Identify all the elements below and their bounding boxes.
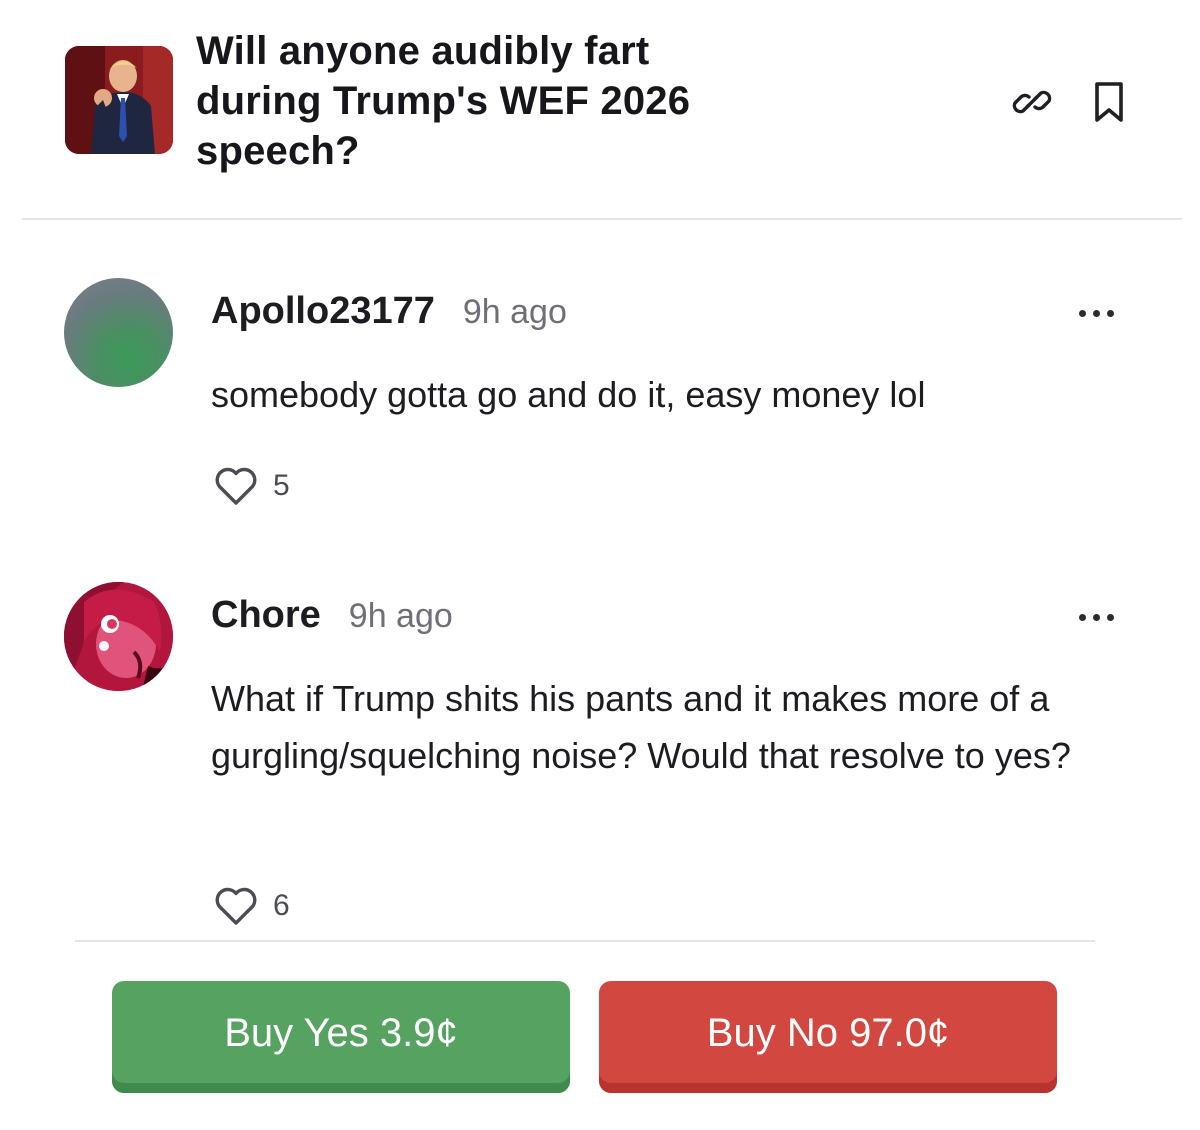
like-count: 6 [273,889,290,922]
comment-username[interactable]: Apollo23177 [211,290,435,333]
more-options-button[interactable] [1068,602,1124,632]
comment-timestamp: 9h ago [462,293,567,331]
comment-meta: Apollo23177 9h ago [211,290,567,334]
copy-link-button[interactable] [1008,78,1056,126]
bookmark-button[interactable] [1085,78,1133,126]
buy-no-button[interactable]: Buy No 97.0¢ [599,981,1057,1093]
comment-text: somebody gotta go and do it, easy money … [211,374,926,415]
header-divider [22,218,1182,220]
heart-icon [215,467,257,505]
link-icon [1012,90,1052,114]
market-title: Will anyone audibly fart during Trump's … [196,29,691,173]
comment-item: Chore 9h ago What if Trump shits his pan… [0,582,1200,927]
more-options-icon [1078,309,1086,317]
more-options-icon [1078,613,1086,621]
comment-meta: Chore 9h ago [211,594,453,638]
heart-icon [215,887,257,925]
comment-username[interactable]: Chore [211,594,321,637]
like-button[interactable]: 6 [213,884,290,928]
market-photo-icon [65,46,173,154]
like-count: 5 [273,469,290,502]
market-thumbnail [65,46,173,154]
footer-divider [75,940,1095,942]
gradient-avatar-icon[interactable] [64,278,173,387]
anime-avatar-icon[interactable] [64,582,173,691]
more-options-button[interactable] [1068,298,1124,328]
buy-yes-button[interactable]: Buy Yes 3.9¢ [112,981,570,1093]
comment-text: What if Trump shits his pants and it mak… [211,678,1071,776]
bookmark-icon [1095,82,1123,122]
comment-timestamp: 9h ago [348,597,453,635]
like-button[interactable]: 5 [213,464,290,508]
comment-item: Apollo23177 9h ago somebody gotta go and… [0,278,1200,518]
